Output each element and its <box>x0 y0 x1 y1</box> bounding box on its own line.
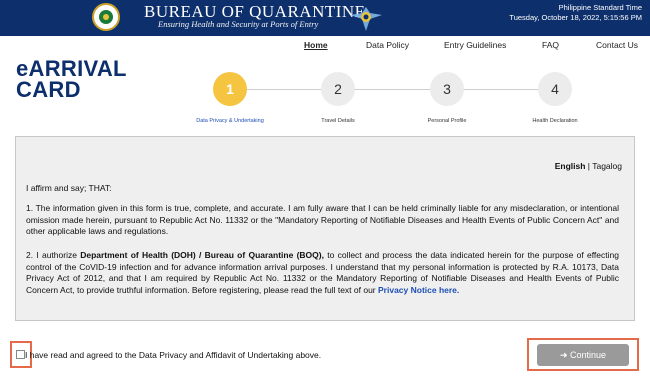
page-title-line2: CARD <box>16 77 81 102</box>
step-1-circle: 1 <box>213 72 247 106</box>
page-title-line1: eARRIVAL <box>16 56 127 81</box>
main-nav: Home Data Policy Entry Guidelines FAQ Co… <box>0 40 650 54</box>
continue-button[interactable]: ➜ Continue <box>537 344 629 366</box>
top-header: BUREAU OF QUARANTINE Ensuring Health and… <box>0 0 650 36</box>
continue-button-label: Continue <box>570 350 607 360</box>
para2-agency: Department of Health (DOH) / Bureau of Q… <box>80 250 324 260</box>
data-privacy-panel: English | Tagalog I affirm and say; THAT… <box>15 136 635 321</box>
step-2-circle: 2 <box>321 72 355 106</box>
nav-faq[interactable]: FAQ <box>542 40 559 50</box>
affirmation-paragraph-1: 1. The information given in this form is… <box>26 203 619 236</box>
affirmation-intro: I affirm and say; THAT: <box>26 183 112 193</box>
nav-contact-us[interactable]: Contact Us <box>596 40 638 50</box>
step-4-circle: 4 <box>538 72 572 106</box>
nav-home[interactable]: Home <box>304 40 328 50</box>
lang-tagalog[interactable]: Tagalog <box>592 161 622 171</box>
stepper-connector <box>230 89 555 90</box>
step-2-label: Travel Details <box>321 118 355 124</box>
agree-checkbox[interactable] <box>16 350 25 359</box>
language-switcher: English | Tagalog <box>555 161 622 171</box>
agency-tagline: Ensuring Health and Security at Ports of… <box>158 19 319 29</box>
current-datetime: Tuesday, October 18, 2022, 5:15:56 PM <box>509 13 642 22</box>
lang-english[interactable]: English <box>555 161 586 171</box>
para2-prefix: 2. I authorize <box>26 250 81 260</box>
quarantine-emblem-logo <box>350 7 382 31</box>
nav-data-policy[interactable]: Data Policy <box>366 40 409 50</box>
step-3-circle: 3 <box>430 72 464 106</box>
boq-seal-logo <box>92 3 120 31</box>
nav-entry-guidelines[interactable]: Entry Guidelines <box>444 40 506 50</box>
agree-checkbox-label[interactable]: I have read and agreed to the Data Priva… <box>25 350 321 360</box>
page-title: eARRIVAL CARD <box>16 56 156 102</box>
arrow-right-icon: ➜ <box>559 350 568 360</box>
privacy-notice-link[interactable]: Privacy Notice here. <box>378 285 459 295</box>
step-4-label: Health Declaration <box>532 118 578 124</box>
step-3-label: Personal Profile <box>427 118 467 124</box>
timezone-label: Philippine Standard Time <box>558 3 642 12</box>
affirmation-paragraph-2: 2. I authorize Department of Health (DOH… <box>26 250 619 296</box>
step-1-label: Data Privacy & Undertaking <box>196 118 264 124</box>
lang-separator: | <box>587 161 590 171</box>
